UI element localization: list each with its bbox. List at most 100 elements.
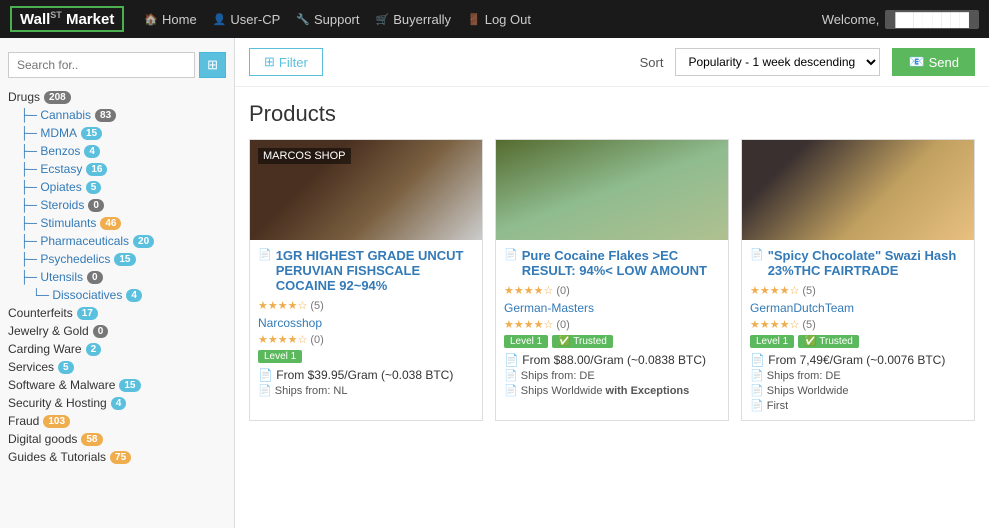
sidebar-item-utensils[interactable]: ├─ Utensils 0 (0, 268, 234, 286)
cat-label: Software & Malware (8, 378, 115, 392)
main-layout: ⊞ Drugs208├─ Cannabis83├─ MDMA15├─ Benzo… (0, 38, 989, 528)
content-area: ⊞ Filter Sort Popularity - 1 week descen… (235, 38, 989, 528)
trusted-badge: ✅ Trusted (798, 335, 859, 348)
product-title[interactable]: 📄1GR HIGHEST GRADE UNCUT PERUVIAN FISHSC… (258, 248, 474, 293)
sidebar-item-services[interactable]: Services 5 (0, 358, 234, 376)
ships-first: 📄 First (750, 399, 966, 412)
product-doc-icon: 📄 (504, 248, 518, 261)
search-button[interactable]: ⊞ (199, 52, 226, 78)
nav-buyerrally[interactable]: 🛒Buyerrally (376, 12, 452, 27)
sidebar-item-fraud[interactable]: Fraud 103 (0, 412, 234, 430)
badges-row: Level 1✅ Trusted (504, 335, 720, 348)
cat-label: ├─ Psychedelics (20, 252, 110, 266)
cat-label: └─ Dissociatives (32, 288, 122, 302)
product-title[interactable]: 📄Pure Cocaine Flakes >EC RESULT: 94%< LO… (504, 248, 720, 278)
cat-label: Counterfeits (8, 306, 73, 320)
img-overlay: MARCOS SHOP (258, 148, 351, 164)
logo[interactable]: WallST Market (10, 6, 124, 32)
cat-badge: 83 (95, 109, 116, 122)
product-stars: ★★★★☆ (5) (258, 299, 474, 312)
sidebar-item-ecstasy[interactable]: ├─ Ecstasy16 (0, 160, 234, 178)
sidebar-item-jewelry---gold[interactable]: Jewelry & Gold0 (0, 322, 234, 340)
cat-label: ├─ Utensils (20, 270, 83, 284)
sidebar-item-carding-ware[interactable]: Carding Ware 2 (0, 340, 234, 358)
level-badge: Level 1 (750, 335, 794, 348)
sidebar-item-pharmaceuticals[interactable]: ├─ Pharmaceuticals20 (0, 232, 234, 250)
nav-support[interactable]: 🔧Support (296, 12, 359, 27)
price-line: 📄 From 7,49€/Gram (~0.0076 BTC) (750, 353, 966, 367)
cat-label: Fraud (8, 414, 39, 428)
product-stars: ★★★★☆ (0) (504, 284, 720, 297)
sidebar-item-digital-goods[interactable]: Digital goods58 (0, 430, 234, 448)
cat-label: ├─ Stimulants (20, 216, 96, 230)
seller-stars: ★★★★☆ (5) (750, 318, 966, 331)
logo-text1: Wall (20, 11, 50, 28)
filter-label: Filter (279, 55, 308, 70)
ships-line: 📄 Ships from: DE (750, 369, 966, 382)
cat-label: Drugs (8, 90, 40, 104)
sidebar-item-software---malware[interactable]: Software & Malware15 (0, 376, 234, 394)
product-image (496, 140, 728, 240)
cat-label: Services (8, 360, 54, 374)
logo-text2: Market (66, 11, 114, 28)
seller-name[interactable]: German-Masters (504, 301, 720, 315)
product-title[interactable]: 📄"Spicy Chocolate" Swazi Hash 23%THC FAI… (750, 248, 966, 278)
cat-label: ├─ MDMA (20, 126, 77, 140)
user-icon: 👤 (213, 13, 227, 26)
sidebar-item-drugs[interactable]: Drugs208 (0, 88, 234, 106)
sidebar-item-cannabis[interactable]: ├─ Cannabis83 (0, 106, 234, 124)
filter-bar: ⊞ Filter Sort Popularity - 1 week descen… (235, 38, 989, 87)
sidebar-item-steroids[interactable]: ├─ Steroids0 (0, 196, 234, 214)
review-count: (0) (556, 285, 569, 297)
price-line: 📄 From $88.00/Gram (~0.0838 BTC) (504, 353, 720, 367)
seller-stars: ★★★★☆ (0) (258, 333, 474, 346)
sidebar-item-psychedelics[interactable]: ├─ Psychedelics15 (0, 250, 234, 268)
sidebar-item-dissociatives[interactable]: └─ Dissociatives4 (0, 286, 234, 304)
cat-label: ├─ Benzos (20, 144, 80, 158)
cat-label: Carding Ware (8, 342, 82, 356)
nav-home[interactable]: 🏠Home (144, 12, 196, 27)
products-title: Products (249, 101, 975, 127)
sidebar-item-opiates[interactable]: ├─ Opiates5 (0, 178, 234, 196)
sidebar-item-mdma[interactable]: ├─ MDMA 15 (0, 124, 234, 142)
seller-name[interactable]: GermanDutchTeam (750, 301, 966, 315)
cat-label: ├─ Steroids (20, 198, 84, 212)
cat-badge: 103 (43, 415, 70, 428)
username-display: ████████ (885, 10, 979, 29)
cart-icon: 🛒 (376, 13, 390, 26)
cat-badge: 4 (111, 397, 127, 410)
cat-badge: 4 (84, 145, 100, 158)
logout-icon: 🚪 (467, 13, 481, 26)
seller-name[interactable]: Narcosshop (258, 316, 474, 330)
sidebar-item-benzos[interactable]: ├─ Benzos 4 (0, 142, 234, 160)
seller-stars: ★★★★☆ (0) (504, 318, 720, 331)
sort-select[interactable]: Popularity - 1 week descending (675, 48, 880, 76)
welcome-area: Welcome, ████████ (822, 10, 979, 29)
level-badge: Level 1 (504, 335, 548, 348)
sort-label: Sort (640, 55, 664, 70)
category-list: Drugs208├─ Cannabis83 ├─ MDMA 15├─ Benzos 4… (0, 84, 234, 470)
level-badge: Level 1 (258, 350, 302, 363)
product-body: 📄"Spicy Chocolate" Swazi Hash 23%THC FAI… (742, 240, 974, 420)
nav-user-cp[interactable]: 👤User-CP (213, 12, 281, 27)
cat-badge: 5 (86, 181, 102, 194)
sidebar: ⊞ Drugs208├─ Cannabis83├─ MDMA15├─ Benzo… (0, 38, 235, 528)
cat-badge: 2 (86, 343, 102, 356)
filter-button[interactable]: ⊞ Filter (249, 48, 323, 76)
search-row: ⊞ (0, 46, 234, 84)
cat-badge: 15 (81, 127, 102, 140)
cat-badge: 5 (58, 361, 74, 374)
products-grid: MARCOS SHOP 📄1GR HIGHEST GRADE UNCUT PERU… (249, 139, 975, 421)
sidebar-item-stimulants[interactable]: ├─ Stimulants46 (0, 214, 234, 232)
nav-logout[interactable]: 🚪Log Out (467, 12, 531, 27)
badges-row: Level 1 (258, 350, 474, 363)
search-input[interactable] (8, 52, 195, 78)
sidebar-item-counterfeits[interactable]: Counterfeits17 (0, 304, 234, 322)
cat-label: Jewelry & Gold (8, 324, 89, 338)
sidebar-item-security---hosting[interactable]: Security & Hosting4 (0, 394, 234, 412)
send-button[interactable]: 📧 Send (892, 48, 975, 76)
cat-badge: 0 (87, 271, 103, 284)
sidebar-item-guides---tutorials[interactable]: Guides & Tutorials75 (0, 448, 234, 466)
home-icon: 🏠 (144, 13, 158, 26)
ships-extra: 📄 Ships Worldwide (750, 384, 966, 397)
